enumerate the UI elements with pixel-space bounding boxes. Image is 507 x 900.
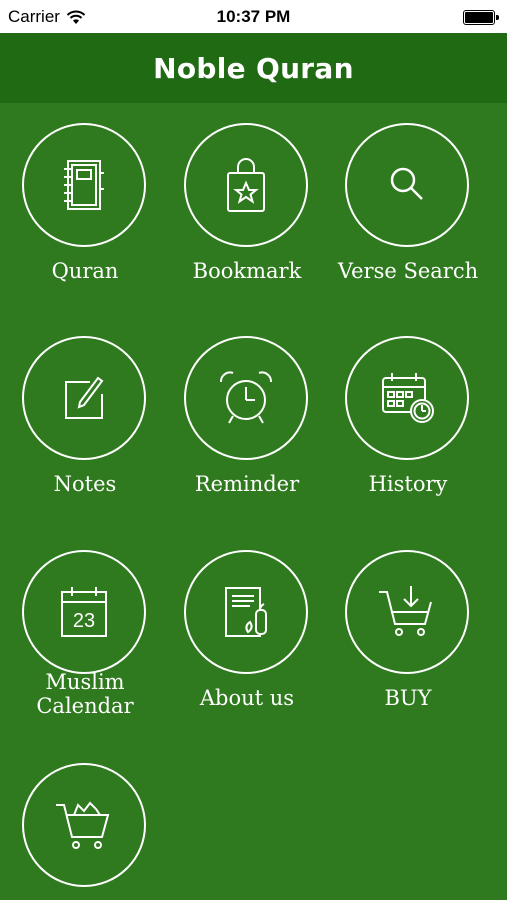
- calendar-date: 23: [73, 610, 95, 632]
- menu-grid: Quran Bookmark Verse Search Notes Remind…: [0, 103, 507, 900]
- menu-circle[interactable]: [22, 336, 146, 460]
- menu-circle[interactable]: [345, 336, 469, 460]
- menu-circle[interactable]: 23: [22, 550, 146, 674]
- menu-circle[interactable]: [184, 336, 308, 460]
- menu-circle[interactable]: [184, 550, 308, 674]
- menu-label: BUY: [384, 686, 432, 710]
- menu-label: Reminder: [194, 472, 300, 496]
- menu-circle[interactable]: [345, 123, 469, 247]
- document-icon: [225, 587, 267, 637]
- cart-download-icon: [379, 586, 432, 636]
- calendar-icon: 23: [61, 587, 107, 637]
- cart-full-icon: [56, 801, 110, 849]
- menu-circle[interactable]: [22, 763, 146, 887]
- page-title: Noble Quran: [153, 51, 354, 85]
- shopping-bag-star-icon: [227, 158, 265, 212]
- menu-label-line2: Calendar: [36, 694, 134, 718]
- menu-label-line1: Muslim: [45, 670, 125, 694]
- menu-circle[interactable]: [345, 550, 469, 674]
- menu-label: Notes: [53, 472, 117, 496]
- edit-note-icon: [65, 376, 104, 419]
- menu-label: Quran: [51, 259, 119, 283]
- menu-label: Bookmark: [192, 259, 302, 283]
- menu-circle[interactable]: [184, 123, 308, 247]
- status-bar: Carrier 10:37 PM: [0, 0, 507, 33]
- battery-icon: [463, 10, 499, 25]
- nav-header: Noble Quran: [0, 33, 507, 103]
- menu-label: History: [368, 472, 448, 496]
- menu-label: About us: [199, 686, 295, 710]
- search-icon: [390, 167, 423, 200]
- status-time: 10:37 PM: [216, 7, 291, 26]
- alarm-clock-icon: [220, 371, 272, 424]
- calendar-clock-icon: [382, 373, 434, 423]
- menu-label: Muslim Calendar: [0, 670, 170, 718]
- menu-circle[interactable]: [22, 123, 146, 247]
- menu-label: Verse Search: [337, 259, 479, 283]
- notebook-icon: [64, 160, 104, 210]
